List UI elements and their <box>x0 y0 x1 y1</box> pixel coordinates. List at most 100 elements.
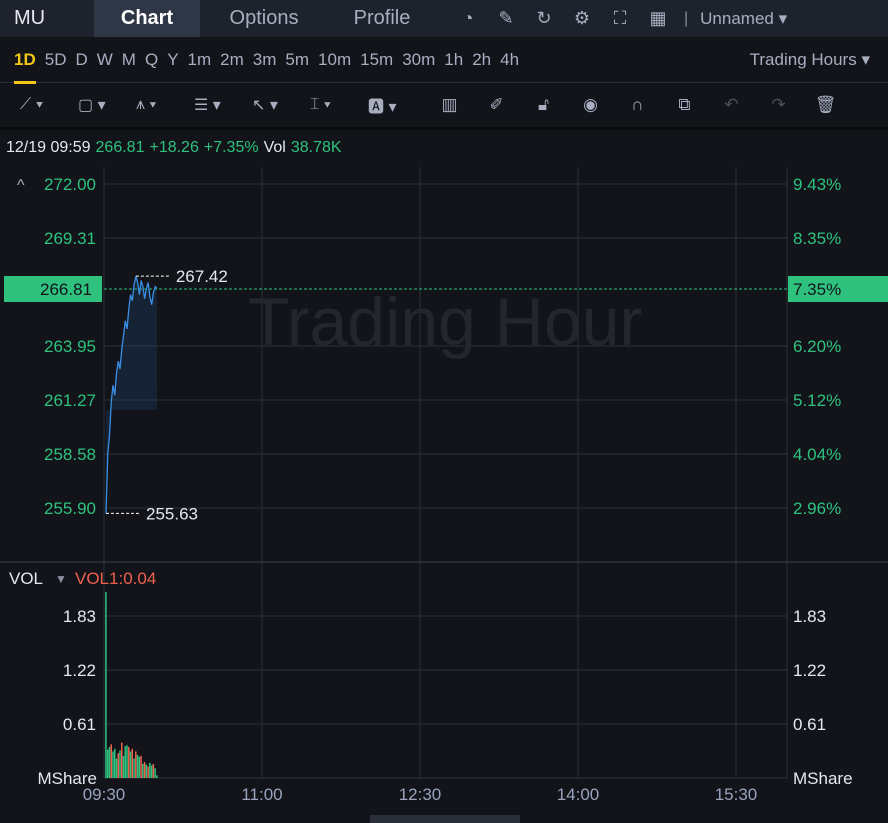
vol-tick: 0.61 <box>63 715 96 734</box>
eye-icon[interactable]: ◉ <box>567 95 614 115</box>
volume-bar <box>147 766 149 778</box>
period-3m[interactable]: 3m <box>253 37 277 83</box>
tab-options[interactable]: Options <box>200 0 328 37</box>
quote-change-pct: +7.35% <box>203 138 259 156</box>
refresh-icon[interactable]: ↻ <box>532 7 556 31</box>
volume-bar <box>152 763 155 778</box>
volume-bar <box>110 744 112 778</box>
layout-name: Unnamed <box>700 8 774 28</box>
pct-tick: 4.04% <box>793 445 841 464</box>
period-w[interactable]: W <box>97 37 113 83</box>
vol-label[interactable]: VOL <box>9 569 43 588</box>
pct-tick: 9.43% <box>793 175 841 194</box>
magnet-icon[interactable]: ∩ <box>614 95 661 115</box>
top-bar: MU Chart Options Profile ◔ ✎ ↻ ⚙ ⛶ ▦ | U… <box>0 0 888 37</box>
current-pct-badge <box>788 276 888 302</box>
volume-bar <box>129 751 132 778</box>
quote-bar: 12/19 09:59 266.81 +18.26 +7.35% Vol 38.… <box>0 127 888 165</box>
volume-bars <box>105 592 158 778</box>
volume-bar <box>117 753 119 778</box>
quote-volume: 38.78K <box>290 138 342 156</box>
collapse-icon[interactable]: ^ <box>17 177 25 194</box>
period-5d[interactable]: 5D <box>45 37 67 83</box>
rectangle-tool[interactable]: ▢ ▾ <box>78 95 136 115</box>
trendline-tool[interactable]: ⟋ ▾ <box>20 96 78 114</box>
period-q[interactable]: Q <box>145 37 158 83</box>
pattern-tool[interactable]: ⩚ ▾ <box>136 96 194 114</box>
period-1d[interactable]: 1D <box>14 37 36 84</box>
period-4h[interactable]: 4h <box>500 37 519 83</box>
quote-change: +18.26 <box>149 138 199 156</box>
volume-bar <box>115 758 118 778</box>
period-1m[interactable]: 1m <box>188 37 212 83</box>
layout-dropdown[interactable]: Unnamed ▾ <box>700 9 787 29</box>
fullscreen-icon[interactable]: ⛶ <box>608 7 632 31</box>
volume-bar <box>140 755 142 778</box>
quote-vol-label: Vol <box>263 138 286 156</box>
period-1h[interactable]: 1h <box>444 37 463 83</box>
price-tick: 263.95 <box>44 337 96 356</box>
text-tool[interactable]: 🅰 ▾ <box>368 93 426 117</box>
time-tick: 14:00 <box>557 785 600 804</box>
gear-icon[interactable]: ⚙ <box>570 7 594 31</box>
pane-resize-handle[interactable] <box>370 815 520 823</box>
time-axis: 09:30 11:00 12:30 14:00 15:30 <box>83 785 758 804</box>
grid-icon[interactable]: ▦ <box>646 7 670 31</box>
watermark: Trading Hour <box>248 284 642 360</box>
price-line <box>105 276 158 514</box>
period-2h[interactable]: 2h <box>472 37 491 83</box>
undo-icon[interactable]: ↶ <box>708 95 755 115</box>
gauge-icon[interactable]: ◔ <box>456 7 480 31</box>
vol-tick: 0.61 <box>793 715 826 734</box>
drawing-toolbar: ⟋ ▾ ▢ ▾ ⩚ ▾ ☰ ▾ ↖ ▾ ⌶ ▾ 🅰 ▾ ▥ ✐ 🔓︎ ◉ ∩ ⧉… <box>0 84 888 126</box>
symbol[interactable]: MU <box>0 7 94 30</box>
period-d[interactable]: D <box>75 37 87 83</box>
volume-bar <box>156 775 158 778</box>
period-y[interactable]: Y <box>167 37 178 83</box>
vol-tick: 1.22 <box>793 661 826 680</box>
trash-icon[interactable]: 🗑︎ <box>802 95 849 115</box>
volume-bar <box>131 748 134 778</box>
period-30m[interactable]: 30m <box>402 37 435 83</box>
vol-unit: MShare <box>793 769 853 788</box>
period-m[interactable]: M <box>122 37 136 83</box>
volume-bar <box>142 763 144 778</box>
session-label: Trading Hours <box>749 49 857 69</box>
volume-bar <box>126 745 128 778</box>
volume-bar <box>154 768 156 778</box>
divider: | <box>684 9 689 27</box>
time-tick: 09:30 <box>83 785 126 804</box>
candlestick-icon[interactable]: ▥ <box>426 95 473 115</box>
price-tick: 272.00 <box>44 175 96 194</box>
price-tick: 255.90 <box>44 499 96 518</box>
fibonacci-tool[interactable]: ☰ ▾ <box>194 95 252 115</box>
quote-price: 266.81 <box>95 138 145 156</box>
unlock-icon[interactable]: 🔓︎ <box>520 95 567 115</box>
link-icon[interactable]: ⧉ <box>661 95 708 115</box>
volume-bar <box>122 755 125 778</box>
tab-chart[interactable]: Chart <box>94 0 200 37</box>
volume-bar <box>150 765 153 778</box>
low-label: 255.63 <box>146 504 198 523</box>
redo-icon[interactable]: ↷ <box>755 95 802 115</box>
pct-tick: 6.20% <box>793 337 841 356</box>
edit-icon[interactable]: ✎ <box>494 7 518 31</box>
vol-indicator: VOL1:0.04 <box>75 569 156 588</box>
vol-tick: 1.83 <box>793 607 826 626</box>
vol-axis: 1.83 1.22 0.61 MShare 1.83 1.22 0.61 MSh… <box>37 607 852 788</box>
period-5m[interactable]: 5m <box>285 37 309 83</box>
tab-profile[interactable]: Profile <box>328 0 436 37</box>
volume-bar <box>112 751 114 778</box>
period-2m[interactable]: 2m <box>220 37 244 83</box>
arrow-tool[interactable]: ↖ ▾ <box>252 95 310 115</box>
pct-tick: 5.12% <box>793 391 841 410</box>
measure-tool[interactable]: ⌶ ▾ <box>310 96 368 114</box>
vol-tick: 1.83 <box>63 607 96 626</box>
pencil-icon[interactable]: ✐ <box>473 95 520 115</box>
volume-bar <box>133 758 135 778</box>
high-label: 267.42 <box>176 267 228 286</box>
period-15m[interactable]: 15m <box>360 37 393 83</box>
period-10m[interactable]: 10m <box>318 37 351 83</box>
vol-dropdown-icon[interactable]: ▼ <box>55 572 67 586</box>
session-dropdown[interactable]: Trading Hours ▾ <box>750 50 870 70</box>
